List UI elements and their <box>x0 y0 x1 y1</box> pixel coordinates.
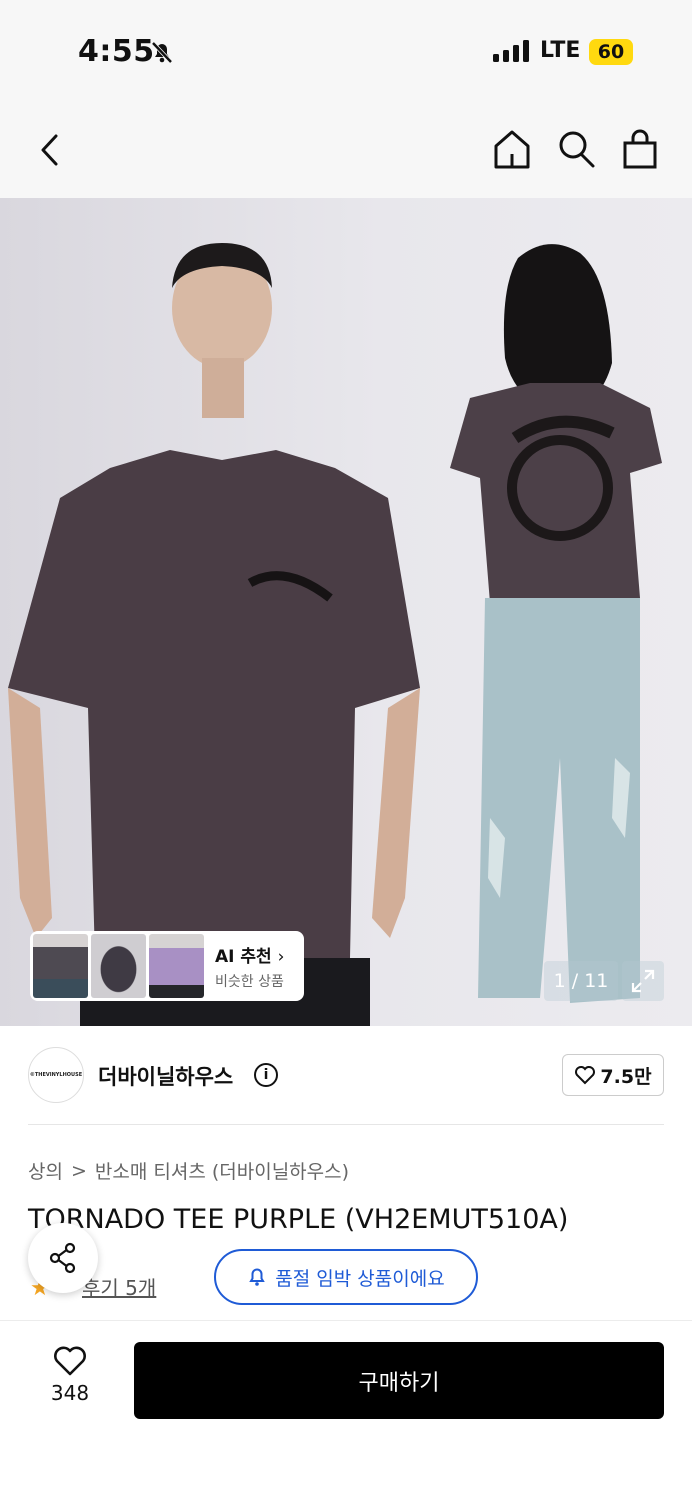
bell-icon <box>249 1268 266 1286</box>
brand-like-button[interactable]: 7.5만 <box>562 1054 664 1096</box>
recommendation-thumbnail[interactable] <box>33 934 88 998</box>
breadcrumb-category[interactable]: 상의 <box>28 1157 63 1184</box>
brand-like-count: 7.5만 <box>600 1065 652 1088</box>
ai-recommendation-subtitle: 비슷한 상품 <box>215 973 284 990</box>
battery-indicator: 60 <box>589 39 633 65</box>
home-button[interactable] <box>490 126 534 172</box>
search-icon <box>559 131 595 168</box>
breadcrumb-separator: > <box>70 1159 87 1182</box>
chevron-left-icon <box>41 134 58 166</box>
chevron-right-icon: › <box>277 946 285 967</box>
share-button[interactable] <box>28 1223 98 1293</box>
shopping-bag-icon <box>623 129 657 169</box>
ai-recommendation-title: AI 추천 › <box>215 946 285 967</box>
buy-button[interactable]: 구매하기 <box>134 1342 664 1419</box>
expand-icon <box>631 969 655 993</box>
heart-icon <box>575 1066 596 1085</box>
recommendation-thumbnail[interactable] <box>149 934 204 998</box>
divider <box>28 1124 664 1125</box>
cart-button[interactable] <box>618 126 662 172</box>
signal-icon <box>493 40 529 62</box>
share-icon <box>49 1242 76 1274</box>
low-stock-label: 품절 임박 상품이에요 <box>275 1267 445 1290</box>
network-type: LTE <box>540 38 581 63</box>
breadcrumb: 상의 > 반소매 티셔츠 (더바이닐하우스) <box>28 1157 349 1184</box>
home-icon <box>494 130 530 169</box>
recommendation-thumbnail[interactable] <box>91 934 146 998</box>
product-image-gallery[interactable] <box>0 198 692 1026</box>
top-bar: 4:55 LTE 60 <box>0 0 692 198</box>
low-stock-badge[interactable]: 품절 임박 상품이에요 <box>214 1249 478 1305</box>
ai-recommendation-text: AI 추천 › 비슷한 상품 <box>215 942 284 991</box>
bell-slash-icon <box>148 38 176 66</box>
breadcrumb-subcategory[interactable]: 반소매 티셔츠 (더바이닐하우스) <box>95 1157 349 1184</box>
brand-name[interactable]: 더바이닐하우스 <box>98 1061 233 1091</box>
product-title: TORNADO TEE PURPLE (VH2EMUT510A) <box>28 1204 569 1235</box>
expand-image-button[interactable] <box>622 961 664 1001</box>
info-icon[interactable]: i <box>254 1063 278 1087</box>
back-button[interactable] <box>30 128 70 172</box>
product-photo <box>0 198 692 1026</box>
status-time: 4:55 <box>78 34 155 69</box>
wishlist-button[interactable]: 348 <box>40 1345 100 1415</box>
brand-logo[interactable]: ©THEVINYLHOUSE <box>28 1047 84 1103</box>
search-button[interactable] <box>554 126 598 172</box>
ai-recommendation-card[interactable]: AI 추천 › 비슷한 상품 <box>30 931 304 1001</box>
wishlist-count: 348 <box>50 1381 90 1405</box>
image-counter: 1 / 11 <box>544 961 618 1001</box>
reviews-link[interactable]: 후기 5개 <box>82 1272 156 1301</box>
heart-icon <box>54 1346 86 1376</box>
